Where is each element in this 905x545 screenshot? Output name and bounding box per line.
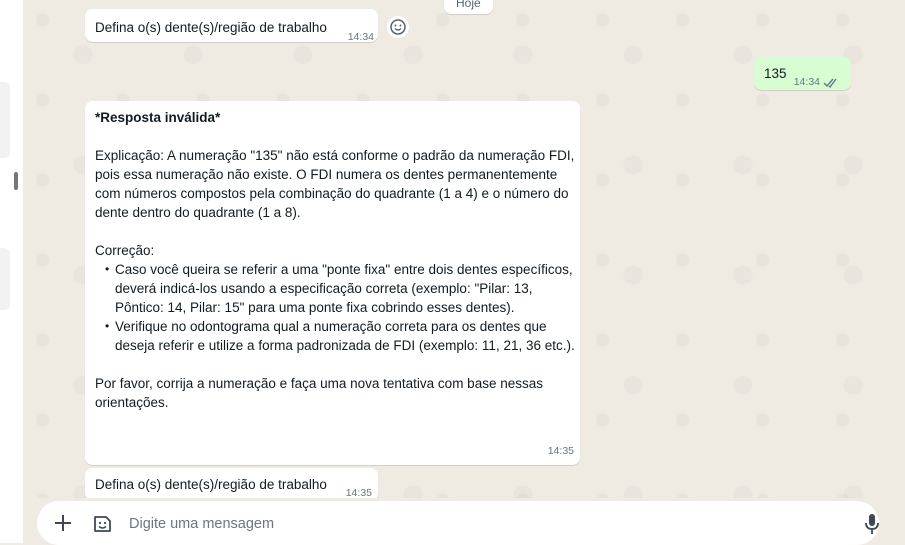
- message-title: *Resposta inválida*: [95, 110, 221, 125]
- message-text: Defina o(s) dente(s)/região de trabalho: [95, 20, 327, 35]
- message-time: 14:35: [345, 487, 372, 498]
- message-incoming[interactable]: *Resposta inválida* Explicação: A numera…: [85, 101, 580, 465]
- message-closing: Por favor, corrija a numeração e faça um…: [95, 376, 543, 410]
- message-incoming[interactable]: Defina o(s) dente(s)/região de trabalho …: [85, 9, 378, 43]
- message-correction-label: Correção:: [95, 243, 155, 258]
- emoji-icon: [390, 19, 406, 35]
- message-input[interactable]: [127, 507, 821, 541]
- list-item: Caso você queira se referir a uma "ponte…: [105, 260, 575, 317]
- sidebar-edge: [0, 0, 24, 543]
- message-composer: [23, 498, 905, 545]
- message-text: 135: [764, 66, 787, 81]
- message-time: 14:34: [793, 76, 820, 88]
- plus-icon[interactable]: [53, 513, 73, 533]
- sticker-icon[interactable]: [91, 513, 113, 535]
- sidebar-panel-edge: [0, 82, 10, 158]
- date-divider: Hoje: [444, 0, 493, 14]
- message-explanation: Explicação: A numeração "135" não está c…: [95, 148, 575, 220]
- message-time: 14:35: [547, 445, 574, 457]
- message-text: Defina o(s) dente(s)/região de trabalho: [95, 477, 327, 492]
- sidebar-panel-edge: [0, 248, 10, 310]
- scrollbar-thumb[interactable]: [14, 172, 18, 190]
- double-check-icon: [823, 78, 837, 88]
- message-time: 14:34: [347, 31, 374, 43]
- composer-box: [37, 501, 879, 545]
- message-outgoing[interactable]: 135 14:34: [754, 57, 851, 90]
- conversation-panel: Hoje Defina o(s) dente(s)/região de trab…: [23, 0, 905, 498]
- mic-icon[interactable]: [863, 513, 881, 535]
- list-item: Verifique no odontograma qual a numeraçã…: [105, 317, 575, 355]
- message-body: *Resposta inválida* Explicação: A numera…: [95, 108, 575, 412]
- correction-list: Caso você queira se referir a uma "ponte…: [95, 260, 575, 355]
- emoji-reaction-button[interactable]: [387, 16, 409, 38]
- message-meta: 14:34: [794, 73, 839, 92]
- message-incoming[interactable]: Defina o(s) dente(s)/região de trabalho …: [85, 468, 378, 498]
